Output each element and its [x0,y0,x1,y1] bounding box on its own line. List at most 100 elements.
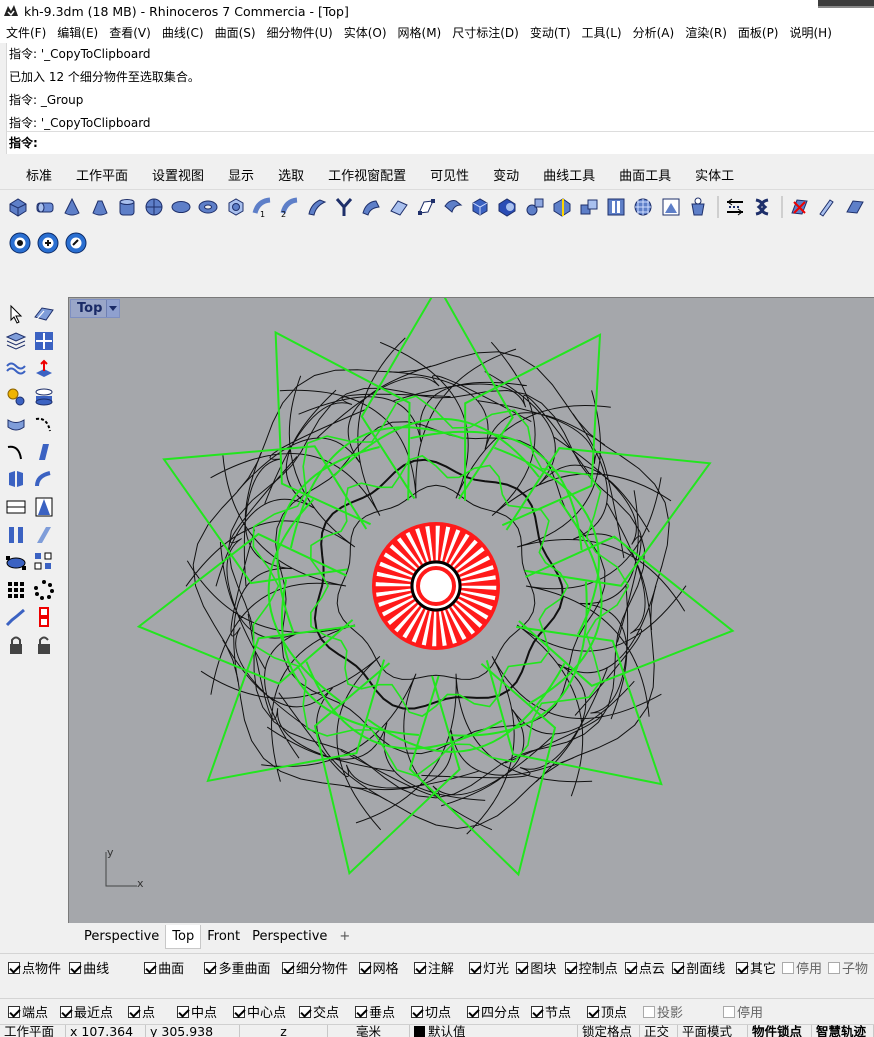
osnap-checkbox[interactable]: 中点 [177,1002,227,1021]
checkbox-box[interactable] [411,1005,423,1018]
menu-help[interactable]: 说明(H) [790,24,832,41]
menu-transform[interactable]: 变动(T) [530,24,571,41]
menu-render[interactable]: 渲染(R) [685,24,727,41]
layers-icon[interactable] [4,329,28,353]
checkbox-box[interactable] [281,961,294,974]
filter-checkbox[interactable]: 停用 [782,958,822,977]
checkbox-box[interactable] [8,961,20,974]
checkbox-box[interactable] [355,1005,367,1018]
status-ortho[interactable]: 正交 [640,1025,678,1037]
filter-checkbox[interactable]: 其它 [736,958,776,977]
cylinder-icon[interactable] [33,195,57,219]
blend-surface-icon[interactable] [32,440,56,464]
osnap-checkbox[interactable]: 点 [128,1002,171,1021]
slant-surface-icon[interactable] [32,523,56,547]
osnap-checkbox[interactable]: 端点 [8,1002,54,1021]
checkbox-box[interactable] [782,961,795,974]
checkbox-box[interactable] [467,1005,479,1018]
add-history-icon[interactable] [36,231,60,255]
rail-curve-icon[interactable] [4,440,28,464]
tab-transform[interactable]: 变动 [481,165,531,184]
pencil-surface-icon[interactable] [814,195,838,219]
checkbox-box[interactable] [587,1005,599,1018]
tab-curve-tools[interactable]: 曲线工具 [531,165,607,184]
checkbox-box[interactable] [60,1005,72,1018]
extract-surface-icon[interactable] [631,195,655,219]
dimension-icon[interactable] [4,495,28,519]
checkbox-box[interactable] [69,961,82,974]
filter-checkbox[interactable]: 控制点 [564,958,619,977]
menu-view[interactable]: 查看(V) [109,24,151,41]
filter-checkbox[interactable]: 灯光 [468,958,510,977]
tab-top[interactable]: Top [165,925,202,949]
menu-subd[interactable]: 细分物件(U) [267,24,333,41]
chamfer-icon[interactable] [305,195,329,219]
tab-solid-tools[interactable]: 实体工 [683,165,746,184]
checkbox-box[interactable] [358,961,371,974]
cylinder-upright-icon[interactable] [115,195,139,219]
truncated-cone-icon[interactable] [88,195,112,219]
checkbox-box[interactable] [564,961,577,974]
chain-edit-icon[interactable] [32,605,56,629]
extrude-icon[interactable] [332,195,356,219]
ellipsoid-icon[interactable] [169,195,193,219]
osnap-checkbox[interactable]: 四分点 [467,1002,525,1021]
filter-checkbox[interactable]: 曲面 [144,958,198,977]
checkbox-box[interactable] [233,1005,245,1018]
menu-dimension[interactable]: 尺寸标注(D) [452,24,519,41]
menu-panels[interactable]: 面板(P) [738,24,779,41]
torus-icon[interactable] [196,195,220,219]
menu-surface[interactable]: 曲面(S) [215,24,256,41]
cutting-plane-icon[interactable] [787,195,811,219]
sheet-icon[interactable] [842,195,866,219]
filter-checkbox[interactable]: 曲线 [69,958,138,977]
boolean-union-icon[interactable] [441,195,465,219]
top-viewport[interactable]: Top y x [68,297,874,923]
fold-surface-icon[interactable] [4,467,28,491]
select-arrow-icon[interactable] [4,302,28,326]
triangle-surface-icon[interactable] [32,495,56,519]
menu-mesh[interactable]: 网格(M) [398,24,442,41]
checkbox-box[interactable] [672,961,685,974]
checkbox-box[interactable] [643,1005,655,1018]
status-layer[interactable]: 默认值 [410,1025,578,1037]
osnap-checkbox[interactable]: 中心点 [233,1002,293,1021]
merge-faces-icon[interactable] [659,195,683,219]
tab-perspective[interactable]: Perspective [78,925,165,949]
tab-surface-tools[interactable]: 曲面工具 [607,165,683,184]
gumball-icon[interactable] [750,195,774,219]
lock-icon[interactable] [4,633,28,657]
filter-checkbox[interactable]: 图块 [516,958,558,977]
status-planar[interactable]: 平面模式 [678,1025,748,1037]
history-icon[interactable] [723,195,747,219]
status-cplane[interactable]: 工作平面 [0,1025,66,1037]
filter-checkbox[interactable]: 注解 [413,958,463,977]
tab-visibility[interactable]: 可见性 [418,165,481,184]
tab-viewport-layout[interactable]: 工作视窗配置 [316,165,418,184]
point-cloud-icon[interactable] [4,550,28,574]
bowl-icon[interactable] [4,412,28,436]
window-controls[interactable] [818,0,874,8]
filter-checkbox[interactable]: 多重曲面 [204,958,276,977]
grid-points-icon[interactable] [32,550,56,574]
solid-box-icon[interactable] [468,195,492,219]
filter-checkbox[interactable]: 点云 [624,958,666,977]
osnap-checkbox[interactable]: 切点 [411,1002,461,1021]
fillet-edge-icon[interactable]: 1 [251,195,275,219]
move-face-icon[interactable] [414,195,438,219]
checkbox-box[interactable] [736,961,748,974]
osnap-checkbox[interactable]: 最近点 [60,1002,122,1021]
tab-perspective-2[interactable]: Perspective [246,925,333,949]
checkbox-box[interactable] [413,961,426,974]
checkbox-box[interactable] [723,1005,735,1018]
tab-set-view[interactable]: 设置视图 [140,165,216,184]
wirecut-icon[interactable] [604,195,628,219]
extrude-up-icon[interactable] [32,357,56,381]
menu-tools[interactable]: 工具(L) [582,24,622,41]
tab-standard[interactable]: 标准 [14,165,64,184]
tab-cplanes[interactable]: 工作平面 [64,165,140,184]
polar-array-icon[interactable] [32,578,56,602]
status-osnap[interactable]: 物件锁点 [748,1025,812,1037]
checkbox-box[interactable] [624,961,637,974]
filter-checkbox[interactable]: 网格 [358,958,408,977]
